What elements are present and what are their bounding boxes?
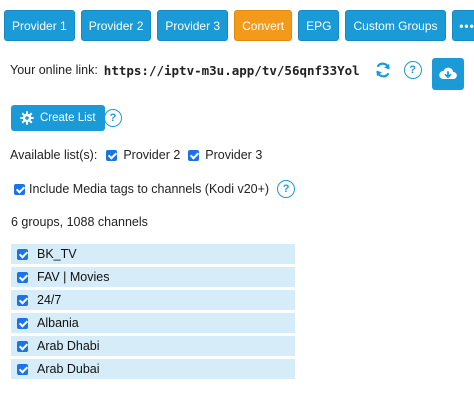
cloud-download-button[interactable] — [432, 58, 464, 90]
tab-bar: Provider 1 Provider 2 Provider 3 Convert… — [4, 10, 474, 41]
provider-3-checkbox[interactable] — [188, 149, 200, 161]
groups-summary: 6 groups, 1088 channels — [11, 215, 148, 229]
group-checkbox[interactable] — [17, 294, 28, 306]
group-label: 24/7 — [37, 293, 62, 307]
group-label: BK_TV — [37, 247, 77, 261]
group-label: Arab Dhabi — [37, 339, 100, 353]
tab-provider-3[interactable]: Provider 3 — [157, 10, 229, 41]
list-item[interactable]: Albania — [11, 313, 295, 333]
refresh-icon[interactable] — [374, 61, 392, 79]
create-list-label: Create List — [40, 112, 96, 124]
available-lists-label: Available list(s): — [10, 148, 98, 162]
more-tabs-button[interactable]: ••• — [451, 10, 474, 41]
tab-provider-1[interactable]: Provider 1 — [4, 10, 75, 41]
tab-custom-groups[interactable]: Custom Groups — [345, 10, 446, 41]
group-checkbox[interactable] — [17, 363, 28, 375]
create-list-button[interactable]: Create List — [11, 105, 105, 131]
provider-3-label: Provider 3 — [205, 148, 263, 162]
available-lists: Available list(s): Provider 2 Provider 3 — [10, 148, 262, 162]
media-tags-help-icon[interactable]: ? — [277, 180, 296, 198]
group-checkbox[interactable] — [17, 248, 28, 260]
list-item[interactable]: FAV | Movies — [11, 267, 295, 287]
provider-2-label: Provider 2 — [123, 148, 181, 162]
group-label: FAV | Movies — [37, 270, 110, 284]
online-link-url[interactable]: https://iptv-m3u.app/tv/56qnf33Yol — [104, 63, 360, 78]
online-link-label: Your online link: — [10, 63, 98, 77]
list-item[interactable]: BK_TV — [11, 244, 295, 264]
group-label: Arab Dubai — [37, 362, 100, 376]
media-tags-label: Include Media tags to channels (Kodi v20… — [29, 182, 270, 196]
list-item[interactable]: Arab Dhabi — [11, 336, 295, 356]
media-tags-checkbox[interactable] — [14, 183, 25, 195]
list-item[interactable]: Arab Dubai — [11, 359, 295, 379]
link-help-icon[interactable]: ? — [403, 61, 422, 79]
group-checkbox[interactable] — [17, 317, 28, 329]
provider-2-checkbox[interactable] — [106, 149, 118, 161]
media-tags-option: Include Media tags to channels (Kodi v20… — [14, 180, 296, 198]
tab-provider-2[interactable]: Provider 2 — [80, 10, 152, 41]
group-checkbox[interactable] — [17, 340, 28, 352]
group-list: BK_TV FAV | Movies 24/7 Albania Arab Dha… — [11, 244, 295, 382]
online-link-row: Your online link: https://iptv-m3u.app/t… — [10, 61, 422, 79]
group-checkbox[interactable] — [17, 271, 28, 283]
group-label: Albania — [37, 316, 79, 330]
cloud-download-icon — [439, 67, 457, 79]
tab-convert[interactable]: Convert — [234, 10, 293, 41]
list-item[interactable]: 24/7 — [11, 290, 295, 310]
create-list-help-icon[interactable]: ? — [104, 109, 122, 127]
gear-icon — [20, 111, 34, 125]
tab-epg[interactable]: EPG — [298, 10, 340, 41]
